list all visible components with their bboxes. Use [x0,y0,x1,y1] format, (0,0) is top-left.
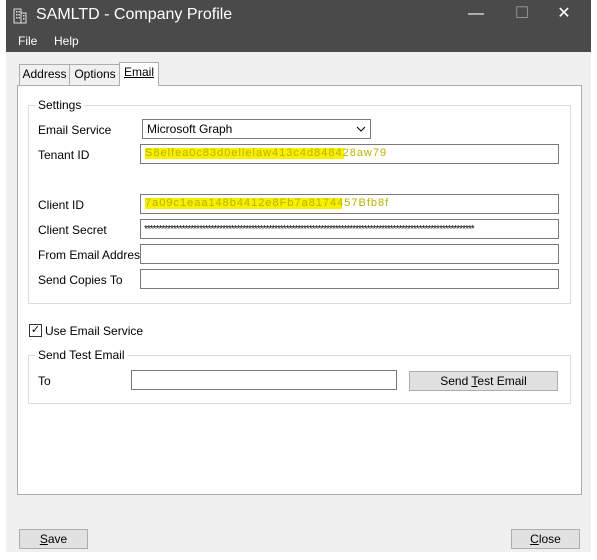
tab-address-label: Address [22,67,67,81]
tab-email-label: Email [123,65,154,79]
test-email-to-field[interactable] [131,370,397,390]
tenant-id-value: S8elfea0c83d0ellelaw413c4d848428aw79 [145,147,388,159]
maximize-button: ☐ [514,5,530,22]
client-secret-value: ****************************************… [144,224,475,235]
email-service-select[interactable]: Microsoft Graph [142,119,371,139]
send-test-email-prefix: Send [440,374,472,388]
menu-help[interactable]: Help [50,34,83,48]
menu-file[interactable]: File [14,34,41,48]
title-bar[interactable]: SAMLTD - Company Profile — ☐ ✕ [6,0,591,32]
email-service-label: Email Service [38,123,112,137]
close-window-button[interactable]: ✕ [541,0,587,30]
save-button[interactable]: Save [19,529,88,549]
use-email-service-checkbox[interactable]: ✓ [29,324,42,337]
client-secret-label: Client Secret [38,223,107,237]
client-secret-field[interactable]: ****************************************… [140,219,559,239]
close-rest: lose [538,532,561,546]
to-label: To [38,374,51,388]
email-service-value: Microsoft Graph [147,122,233,136]
window-title: SAMLTD - Company Profile [36,6,233,23]
send-test-email-suffix: est Email [477,374,527,388]
minimize-button[interactable]: — [453,0,499,30]
tab-address[interactable]: Address [19,64,70,85]
chevron-down-icon [356,126,366,132]
checkmark-icon: ✓ [30,324,41,336]
send-copies-label: Send Copies To [38,273,123,287]
close-button[interactable]: Close [511,529,580,549]
tenant-id-label: Tenant ID [38,148,90,162]
send-test-email-legend: Send Test Email [35,348,128,362]
building-icon [13,8,27,24]
company-profile-window: SAMLTD - Company Profile — ☐ ✕ File Help… [6,0,591,552]
client-id-value: 7a09c1eaa148b4412e8Fb7a8174457Bfb8f [145,197,390,209]
close-mnemonic: C [530,532,539,546]
tab-options-label: Options [74,67,116,81]
save-mnemonic: S [39,532,48,546]
dialog-client-area: Address Options Email Settings Email Ser… [6,52,591,552]
tab-options[interactable]: Options [69,64,121,85]
send-test-email-button[interactable]: Send Test Email [409,371,558,391]
client-id-label: Client ID [38,198,85,212]
use-email-service-label[interactable]: Use Email Service [45,324,143,338]
from-email-field[interactable] [140,244,559,264]
save-rest: ave [47,532,68,546]
settings-legend: Settings [35,98,85,112]
email-tab-panel: Settings Email Service Microsoft Graph T… [17,85,582,495]
menu-bar: File Help [6,32,591,52]
send-copies-field[interactable] [140,269,559,289]
tab-email[interactable]: Email [119,62,159,86]
tenant-id-field[interactable]: S8elfea0c83d0ellelaw413c4d848428aw79 [140,144,559,164]
from-email-label: From Email Address [38,248,147,262]
client-id-field[interactable]: 7a09c1eaa148b4412e8Fb7a8174457Bfb8f [140,194,559,214]
